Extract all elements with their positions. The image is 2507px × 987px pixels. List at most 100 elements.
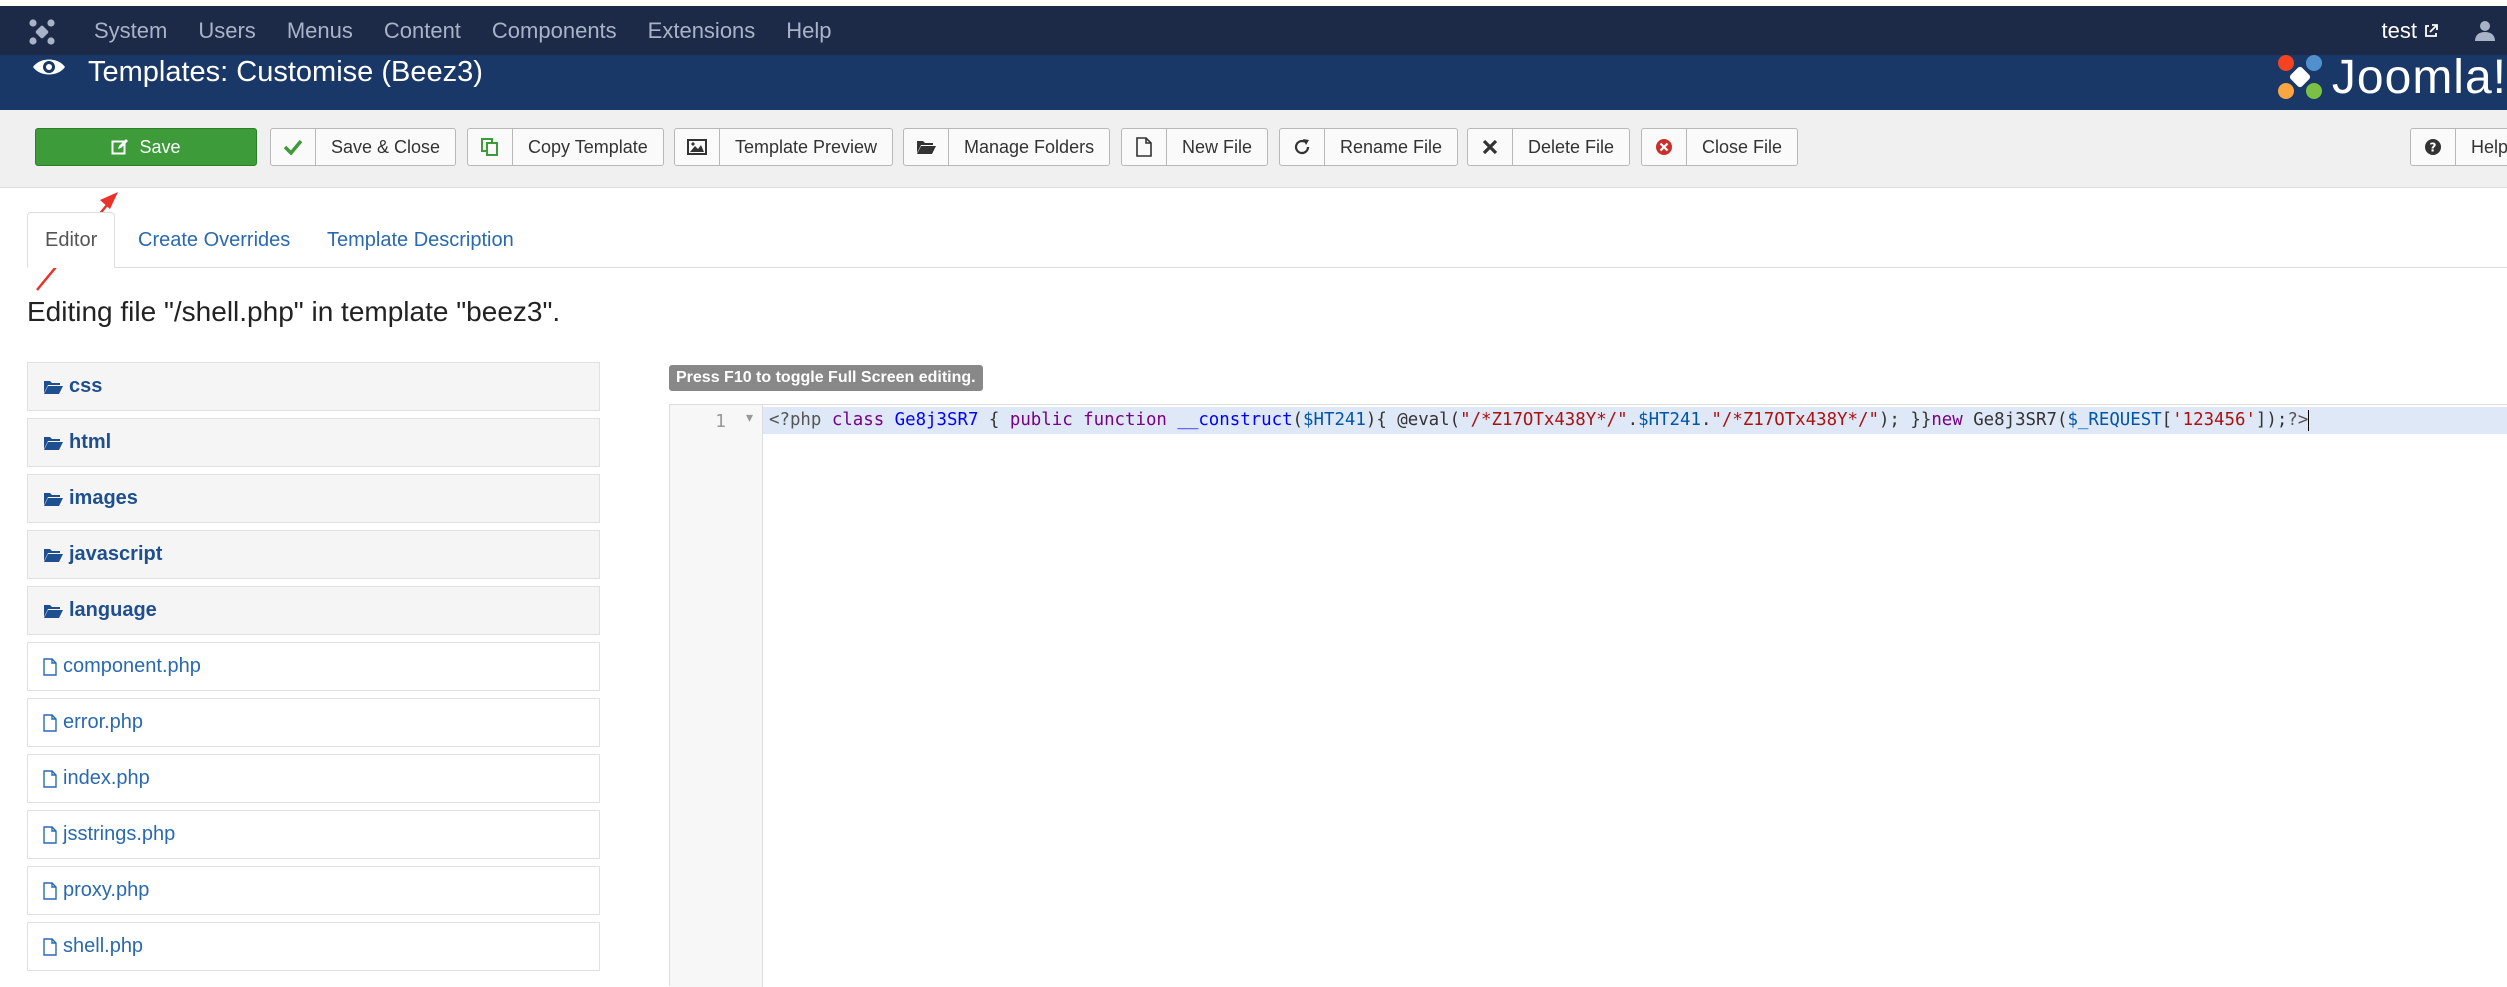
joomla-brand-text: Joomla! bbox=[2331, 50, 2507, 104]
delete-file-button[interactable]: Delete File bbox=[1467, 128, 1631, 166]
site-name: test bbox=[2381, 17, 2417, 43]
code-token: ?> bbox=[2287, 410, 2309, 430]
folder-language[interactable]: language bbox=[27, 586, 600, 635]
template-preview-label: Template Preview bbox=[735, 136, 878, 157]
admin-navbar: System Users Menus Content Components Ex… bbox=[0, 6, 2507, 55]
text-cursor bbox=[2308, 409, 2310, 431]
close-file-button[interactable]: Close File bbox=[1641, 128, 1799, 166]
file-icon bbox=[43, 657, 57, 676]
tab-create-overrides[interactable]: Create Overrides bbox=[138, 212, 290, 268]
code-token: ]); bbox=[2255, 410, 2288, 430]
file-icon bbox=[1122, 129, 1167, 165]
file-shell-php[interactable]: shell.php bbox=[27, 922, 600, 971]
page-header: Templates: Customise (Beez3) Joomla! bbox=[0, 51, 2507, 110]
joomla-logo-icon bbox=[2277, 55, 2322, 99]
file-jsstrings-php[interactable]: jsstrings.php bbox=[27, 810, 600, 859]
code-token: . bbox=[1627, 410, 1639, 430]
file-icon bbox=[43, 825, 57, 844]
copy-icon bbox=[468, 129, 513, 165]
edit-icon bbox=[111, 139, 129, 155]
code-token: '123456' bbox=[2172, 410, 2256, 430]
save-close-label: Save & Close bbox=[331, 136, 441, 157]
folder-label: images bbox=[69, 487, 138, 509]
file-proxy-php[interactable]: proxy.php bbox=[27, 866, 600, 915]
refresh-icon bbox=[1280, 129, 1325, 165]
code-editor[interactable]: 1 ▾ <?php class Ge8j3SR7 { public functi… bbox=[669, 404, 2507, 987]
joomla-icon[interactable] bbox=[28, 18, 56, 46]
file-label: proxy.php bbox=[63, 879, 150, 901]
file-label: jsstrings.php bbox=[63, 823, 176, 845]
code-token: Ge8j3SR7( bbox=[1973, 410, 2068, 430]
folder-html[interactable]: html bbox=[27, 418, 600, 467]
code-token: { bbox=[978, 410, 1010, 430]
code-token: function bbox=[1083, 410, 1178, 430]
folder-images[interactable]: images bbox=[27, 474, 600, 523]
file-label: component.php bbox=[63, 655, 201, 677]
question-icon: ? bbox=[2411, 129, 2456, 165]
new-file-button[interactable]: New File bbox=[1121, 128, 1269, 166]
code-token: <?php bbox=[769, 410, 832, 430]
save-label: Save bbox=[139, 136, 181, 157]
file-icon bbox=[43, 881, 57, 900]
fullscreen-hint-badge: Press F10 to toggle Full Screen editing. bbox=[669, 365, 983, 391]
file-component-php[interactable]: component.php bbox=[27, 642, 600, 691]
nav-system[interactable]: System bbox=[94, 18, 167, 44]
code-token: $HT241 bbox=[1638, 410, 1701, 430]
folder-javascript[interactable]: javascript bbox=[27, 530, 600, 579]
code-token: $HT241 bbox=[1303, 410, 1366, 430]
joomla-logo: Joomla! bbox=[2274, 47, 2507, 107]
nav-help[interactable]: Help bbox=[786, 18, 831, 44]
tab-editor[interactable]: Editor bbox=[27, 212, 116, 268]
image-icon bbox=[675, 129, 720, 165]
folder-icon bbox=[44, 604, 63, 618]
code-token: class bbox=[831, 410, 895, 430]
copy-template-button[interactable]: Copy Template bbox=[467, 128, 664, 166]
manage-folders-button[interactable]: Manage Folders bbox=[903, 128, 1111, 166]
code-token: new bbox=[1931, 410, 1974, 430]
nav-users[interactable]: Users bbox=[198, 18, 255, 44]
user-icon[interactable] bbox=[2473, 18, 2497, 42]
file-index-php[interactable]: index.php bbox=[27, 754, 600, 803]
folder-css[interactable]: css bbox=[27, 362, 600, 411]
rename-file-label: Rename File bbox=[1340, 136, 1443, 157]
nav-content[interactable]: Content bbox=[384, 18, 461, 44]
editing-file-title: Editing file "/shell.php" in template "b… bbox=[27, 296, 561, 327]
code-token: ( bbox=[1292, 410, 1304, 430]
code-token: Ge8j3SR7 bbox=[894, 410, 979, 430]
external-link-icon bbox=[2425, 23, 2438, 37]
code-token: ); }} bbox=[1878, 410, 1932, 430]
folder-icon bbox=[44, 548, 63, 562]
cancel-circle-icon bbox=[1642, 129, 1687, 165]
file-label: error.php bbox=[63, 711, 144, 733]
code-token: "/*Z17OTx438Y*/" bbox=[1711, 410, 1879, 430]
toolbar: Save Save & Close Copy Template Template… bbox=[0, 110, 2507, 188]
file-icon bbox=[43, 937, 57, 956]
nav-extensions[interactable]: Extensions bbox=[648, 18, 756, 44]
fold-toggle-icon[interactable]: ▾ bbox=[717, 409, 753, 426]
help-label: Help bbox=[2471, 136, 2507, 157]
file-error-php[interactable]: error.php bbox=[27, 698, 600, 747]
svg-text:?: ? bbox=[2430, 141, 2437, 155]
save-button[interactable]: Save bbox=[35, 128, 257, 166]
tab-template-description[interactable]: Template Description bbox=[327, 212, 514, 268]
template-preview-button[interactable]: Template Preview bbox=[674, 128, 894, 166]
page-title: Templates: Customise (Beez3) bbox=[88, 56, 483, 88]
help-button[interactable]: ? Help bbox=[2410, 128, 2507, 166]
editor-gutter: 1 ▾ bbox=[670, 405, 763, 987]
file-label: shell.php bbox=[63, 935, 144, 957]
code-token: __construct bbox=[1177, 410, 1293, 430]
file-label: index.php bbox=[63, 767, 150, 789]
nav-components[interactable]: Components bbox=[492, 18, 617, 44]
code-line-1[interactable]: <?php class Ge8j3SR7 { public function _… bbox=[763, 407, 2507, 434]
save-close-button[interactable]: Save & Close bbox=[270, 128, 457, 166]
code-token: . bbox=[1700, 410, 1712, 430]
folder-label: html bbox=[69, 431, 112, 453]
close-icon bbox=[1468, 129, 1513, 165]
folder-label: javascript bbox=[69, 543, 163, 565]
check-icon bbox=[271, 129, 316, 165]
nav-menus[interactable]: Menus bbox=[287, 18, 353, 44]
nav-menu: System Users Menus Content Components Ex… bbox=[94, 6, 863, 55]
eye-icon bbox=[33, 59, 65, 75]
new-file-label: New File bbox=[1182, 136, 1253, 157]
rename-file-button[interactable]: Rename File bbox=[1279, 128, 1459, 166]
